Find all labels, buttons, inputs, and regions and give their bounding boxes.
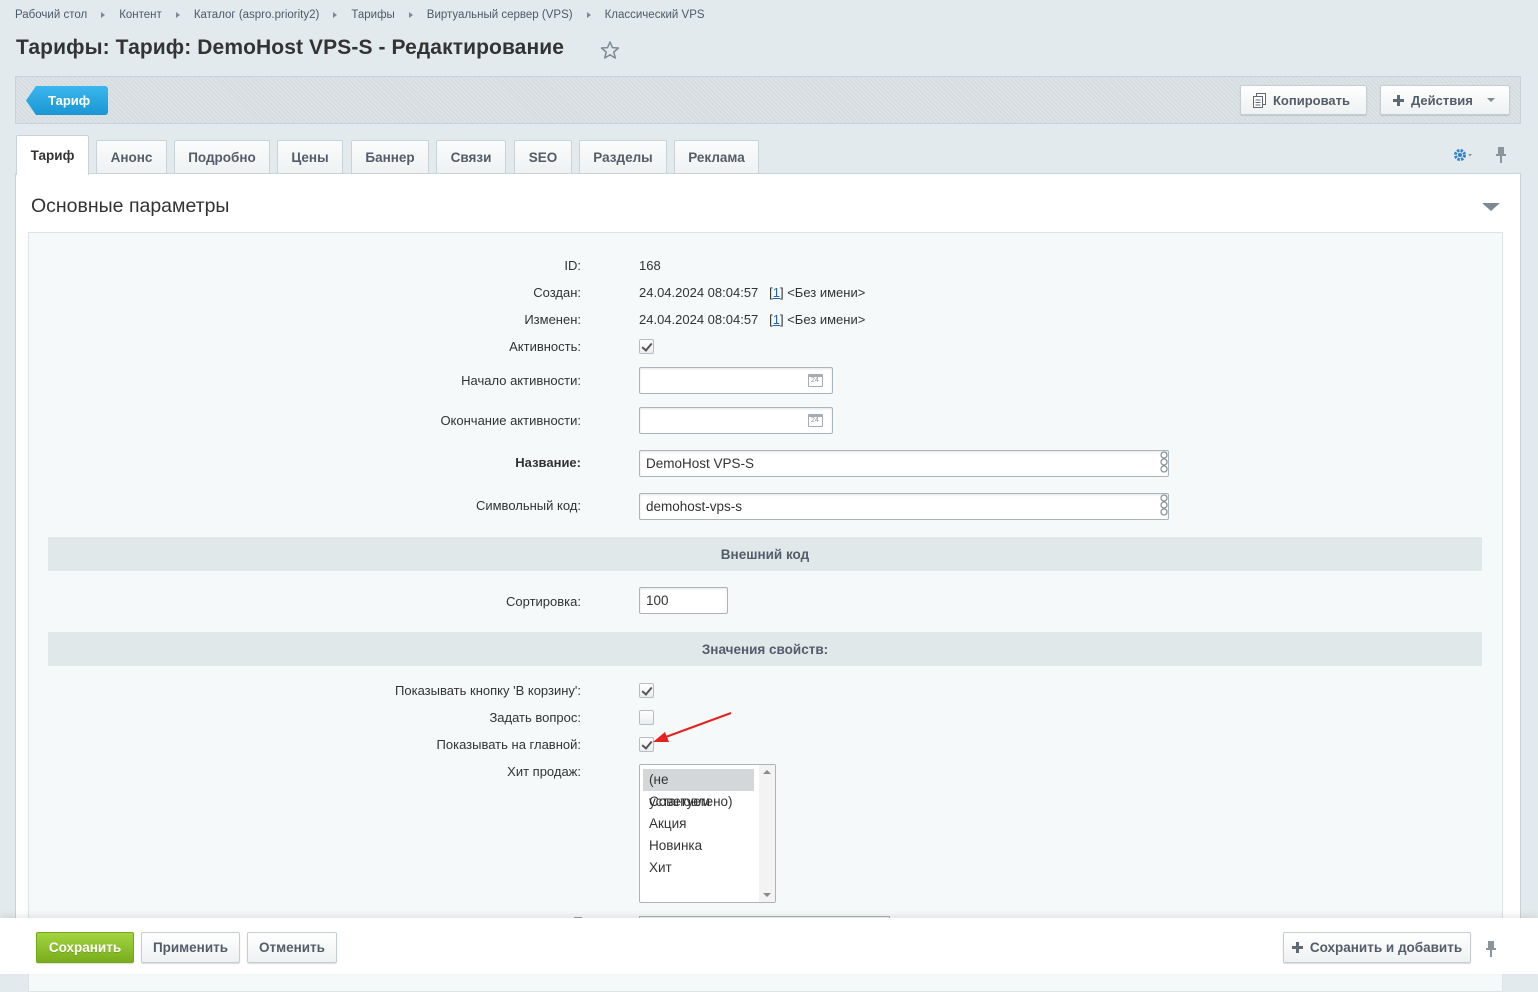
tab-seo[interactable]: SEO [514,140,572,174]
breadcrumb-item[interactable]: Классический VPS [605,9,705,21]
listbox-option[interactable]: Акция [643,813,754,835]
name-label: Название: [515,455,581,470]
modified-value: 24.04.2024 08:04:57 [1] <Без имени> [639,312,866,327]
external-code-band[interactable]: Внешний код [48,537,1482,571]
sort-label: Сортировка: [506,594,581,609]
breadcrumb-separator-icon [175,12,180,18]
tab-ads[interactable]: Реклама [674,140,759,174]
name-input[interactable]: DemoHost VPS-S [639,450,1169,477]
listbox-option[interactable]: Хит [643,857,754,879]
tab-tariff[interactable]: Тариф [16,135,89,175]
hit-label: Хит продаж: [507,764,581,779]
created-date: 24.04.2024 08:04:57 [639,285,759,300]
listbox-option[interactable]: (не установлено) [643,769,754,809]
main-panel: Основные параметры ID: 168 Создан: 24.04… [15,173,1521,992]
tab-sections[interactable]: Разделы [579,140,667,174]
active-to-label: Окончание активности: [440,413,581,428]
gear-icon[interactable] [1452,147,1472,163]
id-value: 168 [639,258,661,273]
page-title: Тарифы: Тариф: DemoHost VPS-S - Редактир… [16,36,565,59]
code-label: Символьный код: [475,498,581,513]
modified-date: 24.04.2024 08:04:57 [639,312,759,327]
form-area: ID: 168 Создан: 24.04.2024 08:04:57 [1] … [28,232,1503,992]
hit-listbox[interactable]: (не установлено) Советуем Акция Новинка … [639,764,776,903]
breadcrumb-separator-icon [101,12,106,18]
annotation-arrow-icon [653,712,732,742]
apply-button[interactable]: Применить [141,932,240,963]
tab-details[interactable]: Подробно [174,140,270,174]
copy-button-label: Копировать [1273,92,1351,108]
modified-label: Изменен: [524,312,581,327]
listbox-option[interactable]: Новинка [643,835,754,857]
properties-band: Значения свойств: [48,632,1482,666]
breadcrumb: Рабочий стол Контент Каталог (aspro.prio… [15,7,705,23]
created-label: Создан: [533,285,581,300]
modified-user-link[interactable]: 1 [773,312,780,327]
code-input[interactable]: demohost-vps-s [639,493,1169,520]
translit-icon[interactable] [1158,494,1170,516]
breadcrumb-separator-icon [586,12,591,18]
created-user-name: <Без имени> [787,285,866,300]
show-cart-checkbox[interactable] [639,683,654,698]
breadcrumb-item[interactable]: Каталог (aspro.priority2) [194,9,320,21]
actions-button-label: Действия [1411,92,1473,108]
listbox-option[interactable]: Советуем [643,791,754,813]
modified-user-name: <Без имени> [787,312,866,327]
context-flag-button[interactable]: Тариф [26,86,109,115]
pin-icon[interactable] [1494,146,1508,164]
tab-settings-area [1452,146,1508,164]
cancel-button[interactable]: Отменить [247,932,337,963]
listbox-scrollbar[interactable] [759,765,775,902]
tab-anons[interactable]: Анонс [96,140,167,174]
active-from-label: Начало активности: [461,373,581,388]
breadcrumb-item[interactable]: Виртуальный сервер (VPS) [427,9,573,21]
breadcrumb-item[interactable]: Тарифы [351,9,394,21]
save-and-add-button[interactable]: Сохранить и добавить [1283,932,1471,963]
tab-prices[interactable]: Цены [277,140,343,174]
chevron-down-icon [1486,98,1495,102]
section-title: Основные параметры [31,195,230,217]
calendar-icon[interactable] [808,374,823,387]
show-main-label: Показывать на главной: [436,737,581,752]
save-and-add-label: Сохранить и добавить [1309,940,1463,955]
sort-input[interactable]: 100 [639,587,728,614]
plus-icon [1291,942,1303,953]
collapse-chevron-icon[interactable] [1482,203,1500,211]
breadcrumb-item[interactable]: Контент [119,9,162,21]
calendar-icon[interactable] [808,414,823,427]
breadcrumb-separator-icon [333,12,338,18]
show-cart-label: Показывать кнопку 'В корзину': [395,683,581,698]
created-value: 24.04.2024 08:04:57 [1] <Без имени> [639,285,866,300]
save-button[interactable]: Сохранить [36,932,134,963]
active-label: Активность: [509,339,581,354]
copy-button[interactable]: Копировать [1240,85,1367,115]
tab-banner[interactable]: Баннер [351,140,429,174]
breadcrumb-item[interactable]: Рабочий стол [15,9,87,21]
id-label: ID: [564,258,581,273]
tab-links[interactable]: Связи [436,140,506,174]
pin-icon[interactable] [1484,940,1498,958]
star-icon[interactable] [600,40,620,60]
toolbar: Тариф Копировать Действия [15,76,1521,124]
ask-question-label: Задать вопрос: [489,710,581,725]
scroll-up-icon[interactable] [763,770,771,774]
translit-icon[interactable] [1158,451,1170,473]
active-from-input[interactable] [639,367,833,394]
plus-icon [1393,94,1404,106]
active-checkbox[interactable] [639,339,654,354]
copy-icon [1253,92,1266,108]
breadcrumb-separator-icon [408,12,413,18]
footer-bar: Сохранить Применить Отменить Сохранить и… [0,918,1538,974]
created-user-link[interactable]: 1 [773,285,780,300]
actions-button[interactable]: Действия [1380,85,1510,115]
active-to-input[interactable] [639,407,833,434]
scroll-down-icon[interactable] [763,893,771,897]
